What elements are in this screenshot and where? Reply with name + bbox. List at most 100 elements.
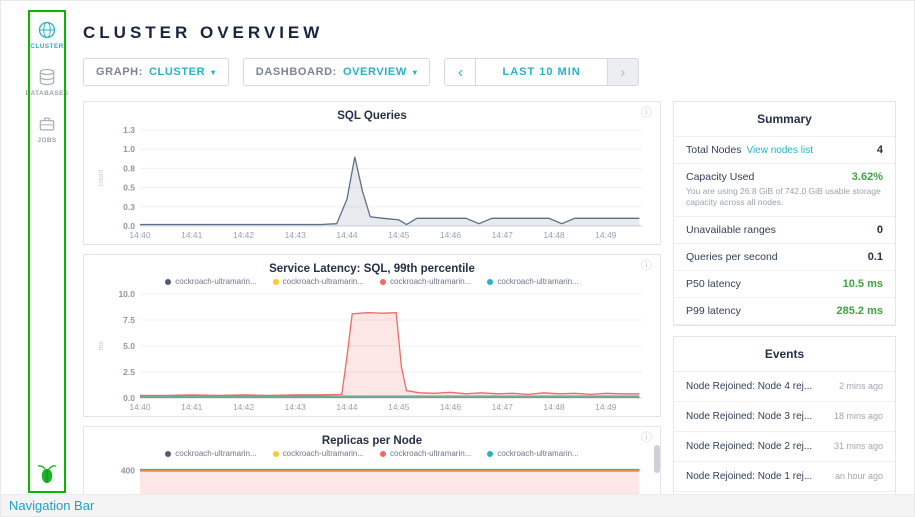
- summary-row-queries-per-second: Queries per second 0.1: [674, 244, 895, 271]
- legend-dot: [165, 451, 171, 457]
- event-text: Node Rejoined: Node 2 rej...: [686, 441, 826, 452]
- legend-dot: [487, 451, 493, 457]
- scrollbar-thumb[interactable]: [654, 445, 660, 473]
- legend-item[interactable]: cockroach-ultramarin...: [380, 277, 471, 286]
- sidebar-item-jobs[interactable]: JOBS: [37, 114, 57, 144]
- svg-text:14:45: 14:45: [388, 402, 410, 412]
- legend-dot: [380, 279, 386, 285]
- service-latency-chart: 0.02.55.07.510.014:4014:4114:4214:4314:4…: [94, 288, 650, 414]
- time-next-button[interactable]: ›: [608, 59, 638, 85]
- svg-text:14:43: 14:43: [285, 402, 307, 412]
- svg-text:14:48: 14:48: [543, 230, 565, 240]
- events-title: Events: [674, 337, 895, 372]
- svg-text:14:47: 14:47: [492, 230, 514, 240]
- cockroachdb-logo[interactable]: [35, 462, 59, 488]
- event-text: Node Rejoined: Node 4 rej...: [686, 381, 831, 392]
- legend-item[interactable]: cockroach-ultramarin...: [273, 277, 364, 286]
- svg-text:14:42: 14:42: [233, 230, 255, 240]
- sidebar-item-label: DATABASES: [25, 90, 68, 97]
- chart-legend: cockroach-ultramarin... cockroach-ultram…: [94, 277, 650, 286]
- legend-label: cockroach-ultramarin...: [283, 449, 364, 458]
- legend-item[interactable]: cockroach-ultramarin...: [165, 277, 256, 286]
- event-text: Node Rejoined: Node 3 rej...: [686, 411, 826, 422]
- legend-item[interactable]: cockroach-ultramarin...: [273, 449, 364, 458]
- replicas-per-node-chart: 400: [94, 460, 650, 494]
- summary-label: Capacity Used: [686, 171, 754, 183]
- svg-text:0.3: 0.3: [123, 202, 135, 212]
- time-range-selector: ‹ LAST 10 MIN ›: [444, 58, 638, 86]
- event-row[interactable]: Node Rejoined: Node 3 rej... 18 mins ago: [674, 402, 895, 432]
- databases-icon: [37, 67, 57, 87]
- time-prev-button[interactable]: ‹: [445, 59, 475, 85]
- legend-item[interactable]: cockroach-ultramarin...: [380, 449, 471, 458]
- cluster-icon: [37, 20, 57, 40]
- legend-dot: [273, 451, 279, 457]
- sidebar-item-databases[interactable]: DATABASES: [25, 67, 68, 97]
- content-area: SQL Queries ⓘ 0.00.30.50.81.01.314:4014:…: [83, 101, 896, 494]
- time-range-label[interactable]: LAST 10 MIN: [475, 59, 607, 85]
- svg-text:14:45: 14:45: [388, 230, 410, 240]
- svg-text:400: 400: [121, 466, 135, 476]
- svg-text:14:43: 14:43: [285, 230, 307, 240]
- svg-text:14:49: 14:49: [595, 402, 617, 412]
- summary-value: 0.1: [868, 251, 883, 263]
- event-time: an hour ago: [835, 471, 883, 481]
- summary-label: Total Nodes: [686, 144, 741, 156]
- svg-text:14:42: 14:42: [233, 402, 255, 412]
- event-time: 18 mins ago: [834, 411, 883, 421]
- legend-dot: [273, 279, 279, 285]
- info-icon[interactable]: ⓘ: [641, 433, 652, 444]
- events-panel: Events Node Rejoined: Node 4 rej... 2 mi…: [673, 336, 896, 494]
- event-time: 31 mins ago: [834, 441, 883, 451]
- svg-text:14:48: 14:48: [543, 402, 565, 412]
- event-row[interactable]: Node Rejoined: Node 2 rej... 31 mins ago: [674, 432, 895, 462]
- view-nodes-list-link[interactable]: View nodes list: [746, 145, 813, 156]
- legend-dot: [165, 279, 171, 285]
- svg-text:14:49: 14:49: [595, 230, 617, 240]
- summary-value: 4: [877, 144, 883, 156]
- svg-text:14:40: 14:40: [129, 230, 151, 240]
- right-sidebar: Summary Total Nodes View nodes list 4 Ca…: [673, 101, 896, 494]
- legend-label: cockroach-ultramarin...: [390, 449, 471, 458]
- legend-label: cockroach-ultramarin...: [283, 277, 364, 286]
- summary-row-unavailable-ranges: Unavailable ranges 0: [674, 217, 895, 244]
- summary-label: Unavailable ranges: [686, 224, 776, 236]
- svg-text:5.0: 5.0: [123, 341, 135, 351]
- svg-text:10.0: 10.0: [118, 289, 135, 299]
- sidebar-item-cluster[interactable]: CLUSTER: [30, 20, 64, 50]
- graph-dropdown[interactable]: GRAPH: CLUSTER ▾: [83, 58, 229, 86]
- legend-dot: [487, 279, 493, 285]
- page-title: CLUSTER OVERVIEW: [83, 23, 896, 43]
- summary-row-capacity-used: Capacity Used 3.62% You are using 26.8 G…: [674, 164, 895, 217]
- svg-text:14:41: 14:41: [181, 402, 203, 412]
- summary-panel: Summary Total Nodes View nodes list 4 Ca…: [673, 101, 896, 326]
- legend-label: cockroach-ultramarin...: [497, 277, 578, 286]
- event-row[interactable]: Node Rejoined: Node 4 rej... 2 mins ago: [674, 372, 895, 402]
- graph-dropdown-value: CLUSTER: [149, 66, 205, 78]
- summary-label: Queries per second: [686, 251, 778, 263]
- dashboard-controls: GRAPH: CLUSTER ▾ DASHBOARD: OVERVIEW ▾ ‹…: [83, 58, 896, 86]
- summary-value: 3.62%: [852, 171, 883, 183]
- svg-text:0.5: 0.5: [123, 183, 135, 193]
- app-window: CLUSTER DATABASES JOBS: [1, 1, 914, 494]
- legend-item[interactable]: cockroach-ultramarin...: [487, 449, 578, 458]
- info-icon[interactable]: ⓘ: [641, 108, 652, 119]
- summary-label: P99 latency: [686, 305, 741, 317]
- charts-column: SQL Queries ⓘ 0.00.30.50.81.01.314:4014:…: [83, 101, 661, 494]
- event-row[interactable]: Node Rejoined: Node 1 rej... an hour ago: [674, 462, 895, 492]
- legend-item[interactable]: cockroach-ultramarin...: [165, 449, 256, 458]
- legend-label: cockroach-ultramarin...: [497, 449, 578, 458]
- dashboard-dropdown[interactable]: DASHBOARD: OVERVIEW ▾: [243, 58, 431, 86]
- chevron-down-icon: ▾: [413, 68, 418, 77]
- legend-item[interactable]: cockroach-ultramarin...: [487, 277, 578, 286]
- legend-label: cockroach-ultramarin...: [175, 277, 256, 286]
- chevron-down-icon: ▾: [211, 68, 216, 77]
- summary-value: 10.5 ms: [843, 278, 883, 290]
- info-icon[interactable]: ⓘ: [641, 261, 652, 272]
- summary-value: 285.2 ms: [837, 305, 883, 317]
- svg-text:2.5: 2.5: [123, 367, 135, 377]
- svg-text:1.0: 1.0: [123, 144, 135, 154]
- chart-title: Replicas per Node: [94, 435, 650, 447]
- svg-text:14:46: 14:46: [440, 230, 462, 240]
- chart-panel-sql-queries: SQL Queries ⓘ 0.00.30.50.81.01.314:4014:…: [83, 101, 661, 245]
